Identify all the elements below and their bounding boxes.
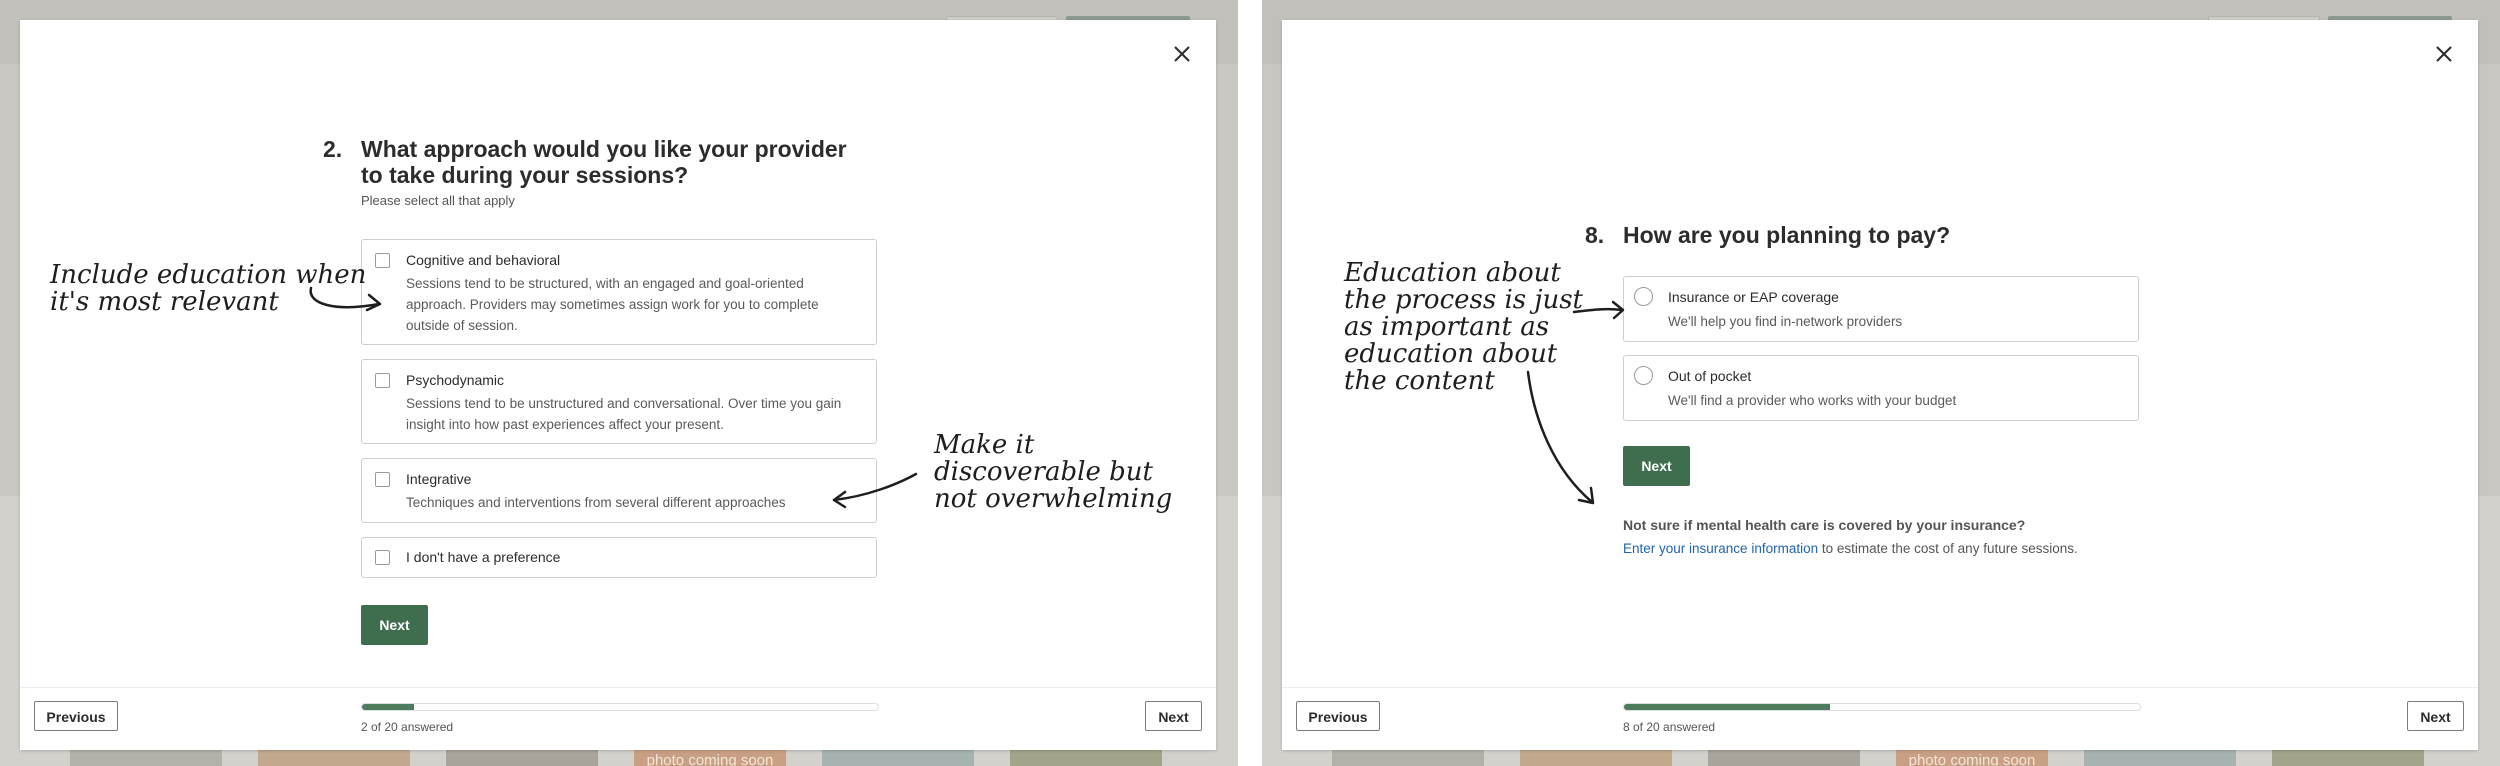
provider-photo: [70, 748, 222, 766]
option-description: Techniques and interventions from severa…: [406, 495, 786, 510]
left-screen: photo coming soon 2. What approach would…: [0, 0, 1238, 766]
question-heading: 2. What approach would you like your pro…: [323, 136, 853, 188]
insurance-info-link[interactable]: Enter your insurance information: [1623, 541, 1818, 556]
progress-text: 8 of 20 answered: [1623, 720, 1716, 734]
arrow-icon: [832, 472, 918, 509]
provider-photo: [258, 748, 410, 766]
arrow-icon: [309, 286, 382, 312]
progress-bar: [1623, 703, 2141, 711]
option-label: Out of pocket: [1668, 368, 1752, 384]
previous-button[interactable]: Previous: [34, 701, 118, 731]
question-number: 2.: [323, 136, 343, 162]
option-label: I don't have a preference: [406, 549, 561, 565]
option-label: Insurance or EAP coverage: [1668, 289, 1839, 305]
close-icon[interactable]: [1172, 44, 1192, 64]
annotation-discoverable: Make it discoverable but not overwhelmin…: [934, 430, 1173, 514]
option-description: We'll help you find in-network providers: [1668, 314, 1903, 329]
checkbox[interactable]: [375, 253, 390, 268]
questionnaire-modal: 2. What approach would you like your pro…: [20, 20, 1216, 750]
option-label: Psychodynamic: [406, 372, 505, 388]
previous-button[interactable]: Previous: [1296, 701, 1380, 731]
photo-coming-soon-placeholder: photo coming soon: [1896, 748, 2048, 766]
option-cognitive-behavioral[interactable]: Cognitive and behavioral Sessions tend t…: [361, 239, 877, 345]
option-label: Cognitive and behavioral: [406, 252, 561, 268]
checkbox[interactable]: [375, 373, 390, 388]
arrow-icon: [1572, 300, 1625, 320]
checkbox[interactable]: [375, 550, 390, 565]
provider-photo: [1520, 748, 1672, 766]
option-insurance[interactable]: Insurance or EAP coverage We'll help you…: [1623, 276, 2139, 342]
question-number: 8.: [1585, 222, 1605, 248]
provider-photo: [446, 748, 598, 766]
provider-photo: [822, 748, 974, 766]
insurance-question: Not sure if mental health care is covere…: [1623, 517, 2026, 533]
next-button[interactable]: Next: [361, 605, 428, 645]
provider-photo: [2272, 748, 2424, 766]
option-no-preference[interactable]: I don't have a preference: [361, 537, 877, 578]
provider-photo: [1010, 748, 1162, 766]
next-button[interactable]: Next: [1623, 446, 1690, 486]
insurance-help-rest: to estimate the cost of any future sessi…: [1818, 541, 2078, 556]
option-integrative[interactable]: Integrative Techniques and interventions…: [361, 458, 877, 523]
option-description: Sessions tend to be structured, with an …: [406, 276, 819, 333]
question-subtitle: Please select all that apply: [361, 193, 515, 208]
progress-fill: [1624, 704, 1831, 710]
option-psychodynamic[interactable]: Psychodynamic Sessions tend to be unstru…: [361, 359, 877, 444]
question-title: What approach would you like your provid…: [361, 136, 847, 188]
radio-button[interactable]: [1634, 366, 1653, 385]
radio-button[interactable]: [1634, 287, 1653, 306]
option-out-of-pocket[interactable]: Out of pocket We'll find a provider who …: [1623, 355, 2139, 421]
option-label: Integrative: [406, 471, 472, 487]
progress-bar: [361, 703, 879, 711]
progress-fill: [362, 704, 414, 710]
modal-footer: Previous 2 of 20 answered Next: [20, 687, 1216, 750]
close-icon[interactable]: [2434, 44, 2454, 64]
footer-next-button[interactable]: Next: [2407, 701, 2464, 731]
option-description: We'll find a provider who works with you…: [1668, 393, 1957, 408]
progress-text: 2 of 20 answered: [361, 720, 454, 734]
arrow-icon: [1526, 370, 1595, 505]
provider-photo: [1708, 748, 1860, 766]
provider-photo: [1332, 748, 1484, 766]
question-title: How are you planning to pay?: [1623, 222, 1951, 248]
option-description: Sessions tend to be unstructured and con…: [406, 396, 842, 432]
right-screen: photo coming soon 8. How are you plannin…: [1262, 0, 2500, 766]
photo-coming-soon-placeholder: photo coming soon: [634, 748, 786, 766]
photo-coming-soon-label: photo coming soon: [646, 752, 774, 766]
checkbox[interactable]: [375, 472, 390, 487]
insurance-help-text: Enter your insurance information to esti…: [1623, 541, 2078, 556]
modal-footer: Previous 8 of 20 answered Next: [1282, 687, 2478, 750]
photo-coming-soon-label: photo coming soon: [1908, 752, 2036, 766]
question-heading: 8. How are you planning to pay?: [1585, 222, 2115, 248]
provider-photo: [2084, 748, 2236, 766]
footer-next-button[interactable]: Next: [1145, 701, 1202, 731]
